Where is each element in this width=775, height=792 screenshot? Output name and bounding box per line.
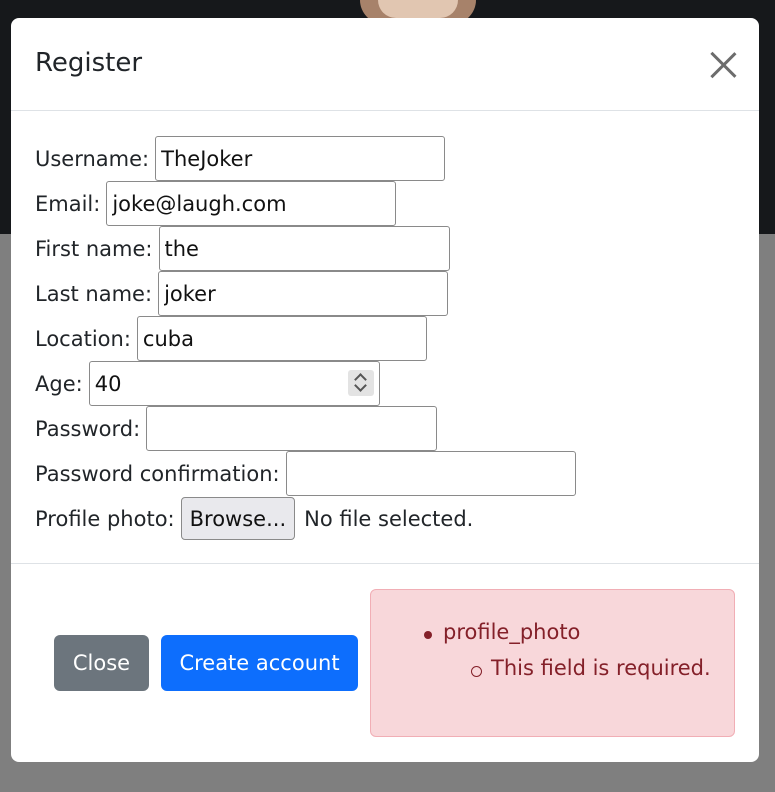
age-stepper[interactable] (88, 361, 380, 406)
register-modal: Register Username: Email: First name: La… (11, 18, 759, 762)
create-account-button[interactable]: Create account (161, 635, 358, 691)
close-button[interactable]: Close (54, 635, 149, 691)
first-name-label: First name: (35, 236, 153, 261)
first-name-field[interactable] (158, 226, 450, 271)
last-name-label: Last name: (35, 281, 153, 306)
password-row: Password: (35, 406, 438, 451)
last-name-field[interactable] (158, 271, 449, 316)
age-input-wrapper (88, 361, 380, 406)
password-confirmation-field[interactable] (285, 451, 576, 496)
first-name-row: First name: (35, 226, 450, 271)
modal-footer: Close Create account profile_photo This … (11, 564, 759, 762)
username-field[interactable] (155, 136, 446, 181)
error-message: This field is required. (471, 656, 711, 680)
browse-button[interactable]: Browse... (180, 497, 296, 540)
modal-title: Register (35, 48, 143, 78)
error-field-name: profile_photo (423, 620, 581, 644)
file-status: No file selected. (304, 506, 474, 531)
last-name-row: Last name: (35, 271, 449, 316)
username-row: Username: (35, 136, 446, 181)
email-field[interactable] (106, 181, 397, 226)
location-field[interactable] (136, 316, 427, 361)
username-label: Username: (35, 146, 150, 171)
close-icon[interactable] (709, 51, 737, 79)
email-label: Email: (35, 191, 101, 216)
password-confirmation-row: Password confirmation: (35, 451, 576, 496)
password-confirmation-label: Password confirmation: (35, 461, 280, 486)
password-field[interactable] (146, 406, 438, 451)
location-row: Location: (35, 316, 427, 361)
age-label: Age: (35, 371, 83, 396)
register-form: Username: Email: First name: Last name: … (11, 111, 759, 564)
age-row: Age: (35, 361, 380, 406)
age-spinner[interactable] (347, 370, 374, 396)
password-label: Password: (35, 416, 141, 441)
error-alert: profile_photo This field is required. (370, 589, 735, 737)
location-label: Location: (35, 326, 131, 351)
profile-photo-row: Profile photo: Browse... No file selecte… (35, 496, 473, 541)
email-row: Email: (35, 181, 397, 226)
profile-photo-label: Profile photo: (35, 506, 175, 531)
modal-header: Register (11, 18, 759, 111)
